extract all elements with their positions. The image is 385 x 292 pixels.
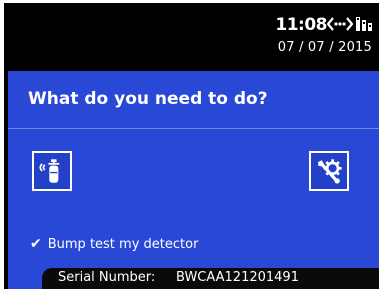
- status-date: 07 / 07 / 2015: [277, 40, 372, 55]
- serial-number-value: BWCAA121201491: [176, 270, 299, 285]
- device-screen: 11:08 07 / 07 / 2015 What do you need to…: [4, 3, 379, 289]
- wrench-gear-settings-icon: [318, 159, 342, 184]
- serial-number-label: Serial Number:: [58, 270, 156, 285]
- battery-icon: [356, 17, 372, 31]
- checkmark-icon: ✔: [30, 236, 42, 252]
- bump-test-button[interactable]: [32, 151, 72, 191]
- status-time: 11:08: [275, 15, 327, 35]
- divider: [8, 128, 379, 129]
- wireless-comm-icon: [327, 17, 353, 31]
- settings-button[interactable]: [309, 151, 349, 191]
- selected-option: ✔ Bump test my detector: [30, 236, 198, 252]
- serial-number-bar: Serial Number: BWCAA121201491: [42, 268, 379, 289]
- prompt-heading: What do you need to do?: [28, 89, 268, 109]
- task-panel: What do you need to do? ✔ Bump test my d…: [8, 71, 379, 289]
- selected-option-label: Bump test my detector: [47, 236, 199, 252]
- bump-test-gas-icon: [39, 159, 60, 183]
